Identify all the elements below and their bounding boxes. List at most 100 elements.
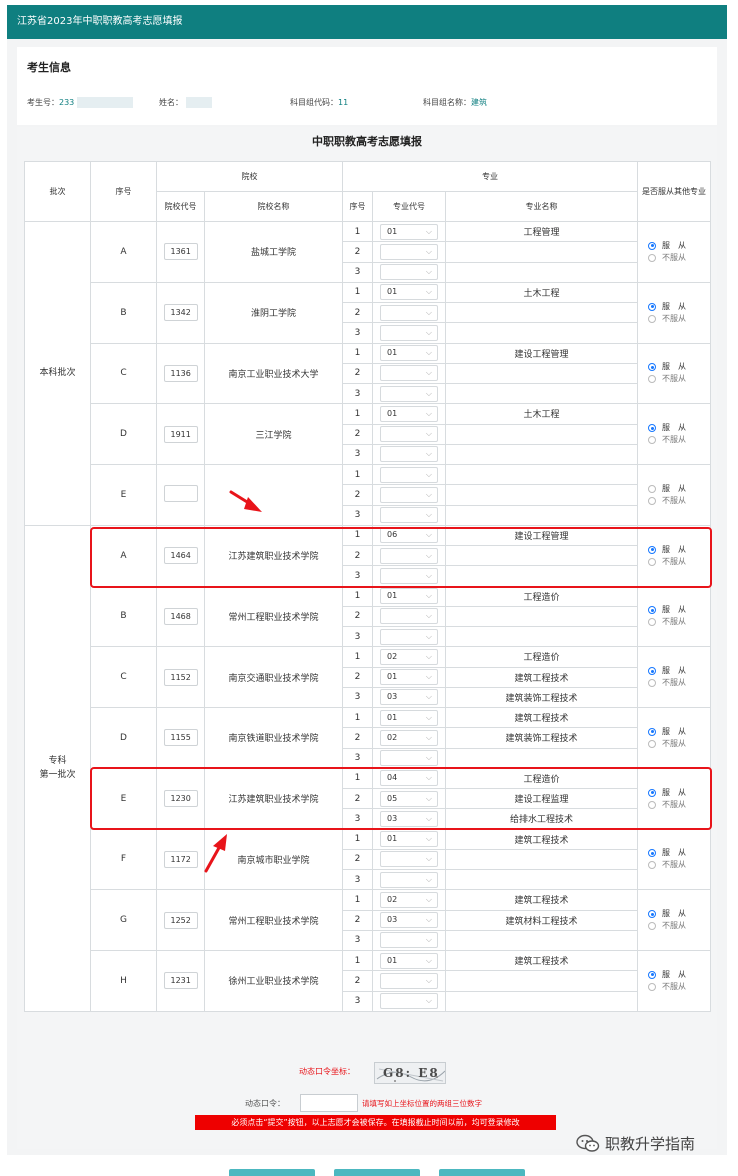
major-code-select[interactable]: ⌵ — [380, 446, 438, 463]
clear-button[interactable]: 清空 — [334, 1169, 420, 1176]
major-code-select[interactable]: ⌵ — [380, 750, 438, 767]
major-code-select[interactable]: 05 ⌵ — [380, 790, 438, 807]
major-code-select[interactable]: 01 ⌵ — [380, 669, 438, 686]
major-code-select[interactable]: ⌵ — [380, 486, 438, 503]
major-code-select[interactable]: ⌵ — [380, 304, 438, 321]
major-code-select[interactable]: 03 ⌵ — [380, 912, 438, 929]
school-code-input[interactable]: 1136 — [163, 364, 198, 382]
obey-no-radio[interactable]: 不服从 — [648, 920, 710, 932]
major-code-cell: ⌵ — [372, 463, 446, 486]
major-code-select[interactable]: 02 ⌵ — [380, 648, 438, 665]
major-code-select[interactable]: ⌵ — [380, 608, 438, 625]
school-code-input[interactable]: 1155 — [163, 729, 198, 747]
obey-yes-radio[interactable]: 服 从 — [648, 483, 710, 495]
obey-no-radio[interactable]: 不服从 — [648, 556, 710, 568]
obey-no-radio[interactable]: 不服从 — [648, 313, 710, 325]
obey-yes-radio[interactable]: 服 从 — [648, 544, 710, 556]
major-code-select[interactable]: ⌵ — [380, 385, 438, 402]
obey-yes-radio[interactable]: 服 从 — [648, 726, 710, 738]
obey-no-radio[interactable]: 不服从 — [648, 677, 710, 689]
obey-yes-radio[interactable]: 服 从 — [648, 361, 710, 373]
major-code-value: 01 — [387, 226, 398, 236]
obey-no-radio[interactable]: 不服从 — [648, 373, 710, 385]
major-code-select[interactable]: ⌵ — [380, 264, 438, 281]
major-code-select[interactable]: ⌵ — [380, 851, 438, 868]
major-code-select[interactable]: 01 ⌵ — [380, 588, 438, 605]
major-code-select[interactable]: 06 ⌵ — [380, 527, 438, 544]
school-code-input[interactable]: 1464 — [163, 547, 198, 565]
major-code-select[interactable]: ⌵ — [380, 628, 438, 645]
major-code-select[interactable]: ⌵ — [380, 547, 438, 564]
major-code-select[interactable]: 01 ⌵ — [380, 709, 438, 726]
major-code-select[interactable]: 03 ⌵ — [380, 810, 438, 827]
major-code-select[interactable]: ⌵ — [380, 993, 438, 1010]
chevron-down-icon: ⌵ — [425, 915, 432, 925]
submit-button[interactable]: 提交 — [229, 1169, 315, 1176]
school-code-input[interactable]: 1342 — [163, 304, 198, 322]
major-code-select[interactable]: 03 ⌵ — [380, 689, 438, 706]
obey-no-radio[interactable]: 不服从 — [648, 799, 710, 811]
major-code-select[interactable]: ⌵ — [380, 426, 438, 443]
obey-yes-radio[interactable]: 服 从 — [648, 604, 710, 616]
radio-label: 服 从 — [662, 969, 686, 979]
school-code-input[interactable]: 1230 — [163, 790, 198, 808]
obey-no-radio[interactable]: 不服从 — [648, 859, 710, 871]
major-code-select[interactable]: ⌵ — [380, 324, 438, 341]
chevron-down-icon: ⌵ — [425, 489, 432, 499]
obey-yes-radio[interactable]: 服 从 — [648, 969, 710, 981]
chevron-down-icon: ⌵ — [425, 773, 432, 783]
obey-no-radio[interactable]: 不服从 — [648, 252, 710, 264]
school-code-input[interactable]: 1361 — [163, 243, 198, 261]
obey-yes-radio[interactable]: 服 从 — [648, 422, 710, 434]
obey-no-radio[interactable]: 不服从 — [648, 495, 710, 507]
major-code-select[interactable]: 02 ⌵ — [380, 891, 438, 908]
major-code-select[interactable]: ⌵ — [380, 365, 438, 382]
school-code-input[interactable] — [163, 484, 198, 502]
obey-no-radio[interactable]: 不服从 — [648, 738, 710, 750]
school-code-input[interactable]: 1911 — [163, 425, 198, 443]
obey-yes-radio[interactable]: 服 从 — [648, 908, 710, 920]
obey-yes-radio[interactable]: 服 从 — [648, 847, 710, 859]
obey-yes-radio[interactable]: 服 从 — [648, 665, 710, 677]
obey-cell: 服 从不服从 — [637, 889, 711, 951]
major-code-select[interactable]: 01 ⌵ — [380, 284, 438, 301]
dynamic-password-hint: 请填写如上坐标位置的两组三位数字 — [362, 1099, 482, 1108]
major-code-select[interactable]: ⌵ — [380, 567, 438, 584]
major-code-select[interactable]: 01 ⌵ — [380, 223, 438, 240]
back-button[interactable]: 返回 — [439, 1169, 525, 1176]
chevron-down-icon: ⌵ — [425, 348, 432, 358]
major-code-select[interactable]: 01 ⌵ — [380, 405, 438, 422]
school-code-input[interactable]: 1152 — [163, 668, 198, 686]
major-code-select[interactable]: 01 ⌵ — [380, 831, 438, 848]
school-code-input[interactable]: 1231 — [163, 972, 198, 990]
school-code-input[interactable]: 1252 — [163, 911, 198, 929]
major-code-value: 01 — [387, 672, 398, 682]
major-code-select[interactable]: 04 ⌵ — [380, 770, 438, 787]
obey-no-radio[interactable]: 不服从 — [648, 616, 710, 628]
major-code-select[interactable]: 01 ⌵ — [380, 952, 438, 969]
school-seq-letter: E — [90, 767, 157, 830]
obey-no-radio[interactable]: 不服从 — [648, 981, 710, 993]
radio-label: 服 从 — [662, 726, 686, 736]
major-code-select[interactable]: ⌵ — [380, 466, 438, 483]
school-code-cell — [156, 464, 205, 526]
school-code-input[interactable]: 1468 — [163, 607, 198, 625]
dynamic-password-input[interactable] — [300, 1094, 358, 1112]
obey-yes-radio[interactable]: 服 从 — [648, 787, 710, 799]
major-code-select[interactable]: 01 ⌵ — [380, 345, 438, 362]
wechat-icon — [576, 1134, 600, 1152]
school-code-input[interactable]: 1172 — [163, 850, 198, 868]
radio-icon — [648, 922, 656, 931]
major-code-select[interactable]: 02 ⌵ — [380, 729, 438, 746]
radio-icon — [648, 618, 656, 627]
radio-icon — [648, 241, 656, 250]
obey-yes-radio[interactable]: 服 从 — [648, 240, 710, 252]
major-code-select[interactable]: ⌵ — [380, 871, 438, 888]
major-code-select[interactable]: ⌵ — [380, 507, 438, 524]
obey-yes-radio[interactable]: 服 从 — [648, 301, 710, 313]
major-code-select[interactable]: ⌵ — [380, 243, 438, 260]
major-code-select[interactable]: ⌵ — [380, 972, 438, 989]
major-code-select[interactable]: ⌵ — [380, 932, 438, 949]
obey-no-radio[interactable]: 不服从 — [648, 434, 710, 446]
captcha-image: G8: E8 — [374, 1062, 446, 1084]
